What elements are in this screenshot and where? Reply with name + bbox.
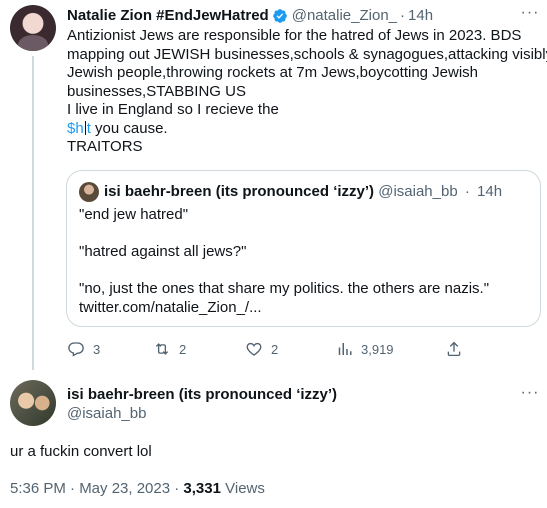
quoted-link[interactable]: twitter.com/natalie_Zion_/...	[79, 299, 262, 316]
reply-author-avatar[interactable]	[10, 380, 56, 426]
like-count: 2	[271, 341, 279, 357]
quoted-paragraph: "hatred against all jews?"	[79, 243, 247, 260]
main-tweet[interactable]: Natalie Zion #EndJewHatred @natalie_Zion…	[0, 0, 547, 370]
more-options-icon[interactable]: ···	[520, 5, 540, 24]
thread-connector-line	[32, 56, 34, 370]
reply-author-handle[interactable]: @isaiah_bb	[67, 405, 146, 423]
author-handle[interactable]: @natalie_Zion_	[292, 7, 397, 25]
author-name[interactable]: Natalie Zion #EndJewHatred	[67, 7, 269, 25]
cashtag-link-part-1[interactable]: $h	[67, 120, 84, 137]
retweet-icon	[155, 343, 169, 355]
tweet-text-line: mapping out JEWISH businesses,schools & …	[67, 45, 547, 63]
quoted-tweet-header: isi baehr-breen (its pronounced ‘izzy’) …	[104, 183, 502, 201]
tweet-text-line: Antizionist Jews are responsible for the…	[67, 27, 522, 44]
quoted-tweet-text: "end jew hatred" "hatred against all jew…	[79, 206, 529, 317]
tweet-header: Natalie Zion #EndJewHatred @natalie_Zion…	[67, 7, 433, 25]
verified-badge-icon	[272, 9, 287, 23]
retweet-count: 2	[179, 341, 187, 357]
reply-button[interactable]: 3	[67, 340, 100, 358]
tweet-text-line: Jewish people,throwing rockets at 7m Jew…	[67, 64, 479, 81]
quoted-tweet-card[interactable]: isi baehr-breen (its pronounced ‘izzy’) …	[66, 170, 541, 327]
quoted-tweet-time[interactable]: 14h	[477, 183, 502, 200]
tweet-text-line: I live in England so I recieve the	[67, 101, 279, 118]
tweet-action-bar: 3 2 2 3,919	[67, 340, 537, 360]
more-options-icon[interactable]: ···	[520, 385, 540, 404]
views-count: 3,919	[361, 341, 394, 357]
quoted-paragraph-text: "no, just the ones that share my politic…	[79, 280, 490, 297]
views-chart-icon	[338, 343, 352, 355]
tweet-text-last-line: TRAITORS	[67, 138, 143, 155]
quoted-author-handle[interactable]: @isaiah_bb	[378, 183, 457, 200]
views-button[interactable]: 3,919	[335, 340, 394, 358]
reply-tweet-text: ur a fuckin convert lol	[10, 443, 152, 460]
reply-views-label: Views	[220, 480, 265, 497]
text-cursor	[84, 120, 86, 135]
tweet-text-line-with-cashtag: $h t you cause.	[67, 120, 537, 139]
like-button[interactable]: 2	[245, 340, 278, 358]
share-icon	[447, 341, 461, 357]
quoted-paragraph: "no, just the ones that share my politic…	[79, 280, 529, 317]
reply-tweet-meta: 5:36 PM · May 23, 2023 · 3,331 Views	[10, 480, 265, 498]
reply-tweet[interactable]: isi baehr-breen (its pronounced ‘izzy’) …	[0, 370, 547, 508]
tweet-text: Antizionist Jews are responsible for the…	[67, 27, 547, 157]
tweet-text-line: businesses,STABBING US	[67, 82, 246, 100]
separator-dot: ·	[400, 7, 406, 24]
cashtag-link[interactable]: $h t	[67, 120, 91, 137]
reply-views-count: 3,331	[183, 480, 221, 497]
tweet-time[interactable]: 14h	[408, 7, 433, 25]
quoted-author-name[interactable]: isi baehr-breen (its pronounced ‘izzy’)	[104, 183, 374, 200]
reply-author-name[interactable]: isi baehr-breen (its pronounced ‘izzy’)	[67, 386, 337, 404]
quoted-paragraph: "end jew hatred"	[79, 206, 189, 223]
share-button[interactable]	[445, 340, 471, 358]
tweet-text-after-link: you cause.	[90, 119, 168, 137]
reply-icon	[68, 342, 84, 357]
separator-dot: ·	[464, 183, 470, 200]
quoted-author-avatar[interactable]	[79, 182, 99, 202]
reply-count: 3	[93, 341, 101, 357]
author-avatar[interactable]	[10, 5, 56, 51]
reply-timestamp[interactable]: 5:36 PM · May 23, 2023 ·	[10, 480, 183, 497]
retweet-button[interactable]: 2	[153, 340, 186, 358]
heart-icon	[246, 342, 262, 356]
